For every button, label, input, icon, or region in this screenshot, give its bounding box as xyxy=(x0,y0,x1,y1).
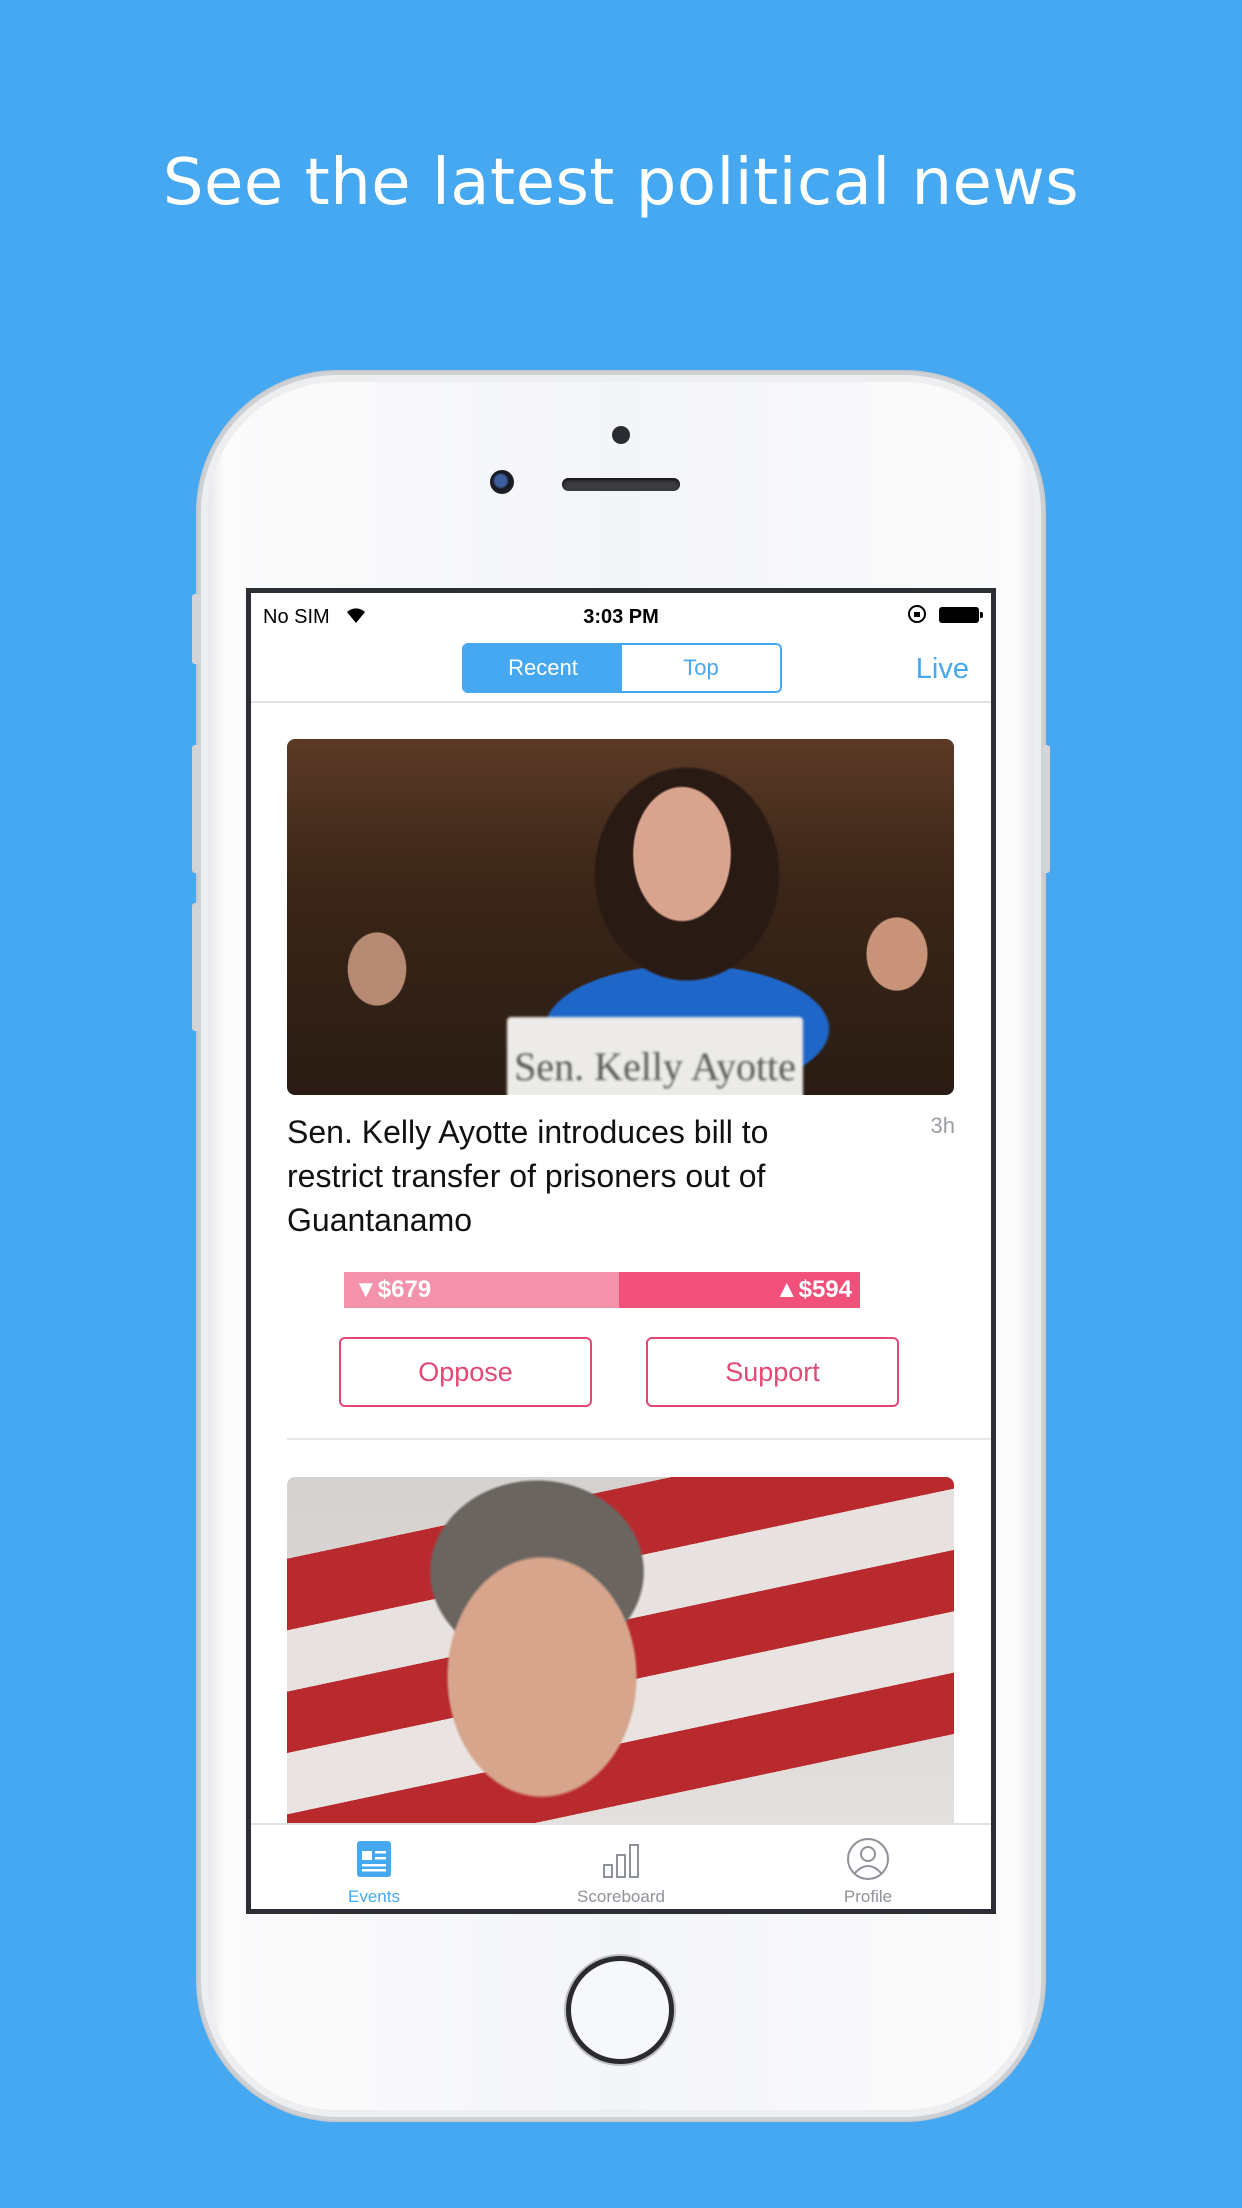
status-bar: No SIM 3:03 PM xyxy=(251,593,991,633)
status-time: 3:03 PM xyxy=(583,606,659,628)
support-amount: $594 xyxy=(798,1276,852,1303)
nameplate-text: Sen. Kelly Ayotte xyxy=(507,1017,803,1095)
oppose-amount-bar: ▼$679 xyxy=(344,1272,619,1308)
oppose-button[interactable]: Oppose xyxy=(339,1337,592,1407)
app-screen: No SIM 3:03 PM Recent Top Live Sen. Kell… xyxy=(246,588,996,1914)
tab-scoreboard[interactable]: Scoreboard xyxy=(498,1825,744,1909)
person-icon xyxy=(847,1838,889,1880)
segment-recent[interactable]: Recent xyxy=(464,645,622,691)
tab-events-label: Events xyxy=(348,1887,400,1906)
volume-up-button xyxy=(192,745,200,873)
newspaper-icon xyxy=(357,1841,391,1877)
power-button xyxy=(1042,745,1050,873)
earpiece-speaker xyxy=(562,478,680,491)
tab-profile[interactable]: Profile xyxy=(745,1825,991,1909)
proximity-sensor xyxy=(612,426,630,444)
support-amount-bar: ▲$594 xyxy=(619,1272,860,1308)
story-image[interactable] xyxy=(287,1477,954,1833)
feed-segmented-control: Recent Top xyxy=(462,643,782,693)
nav-bar: Recent Top Live xyxy=(251,633,991,703)
home-button[interactable] xyxy=(566,1956,674,2064)
down-triangle-icon: ▼ xyxy=(354,1276,378,1303)
funding-meter: ▼$679 ▲$594 xyxy=(344,1272,860,1308)
marketing-headline: See the latest political news xyxy=(162,146,1080,220)
rotation-lock-icon xyxy=(908,605,926,623)
oppose-amount: $679 xyxy=(377,1276,432,1303)
live-button[interactable]: Live xyxy=(916,653,969,686)
bar-chart-icon xyxy=(603,1844,639,1878)
up-triangle-icon: ▲ xyxy=(774,1276,799,1303)
story-title[interactable]: Sen. Kelly Ayotte introduces bill to res… xyxy=(287,1110,847,1242)
volume-down-button xyxy=(192,903,200,1031)
tab-bar: Events Scoreboard Profile xyxy=(251,1823,991,1909)
mute-switch xyxy=(192,594,200,664)
tab-scoreboard-label: Scoreboard xyxy=(577,1887,665,1906)
tab-profile-label: Profile xyxy=(843,1887,893,1906)
segment-top[interactable]: Top xyxy=(622,645,780,691)
story-image[interactable]: Sen. Kelly Ayotte xyxy=(287,739,954,1095)
tab-events[interactable]: Events xyxy=(251,1825,497,1909)
battery-icon xyxy=(939,607,983,623)
card-divider xyxy=(287,1438,991,1440)
support-button[interactable]: Support xyxy=(646,1337,899,1407)
story-age: 3h xyxy=(930,1113,955,1138)
front-camera xyxy=(490,470,514,494)
